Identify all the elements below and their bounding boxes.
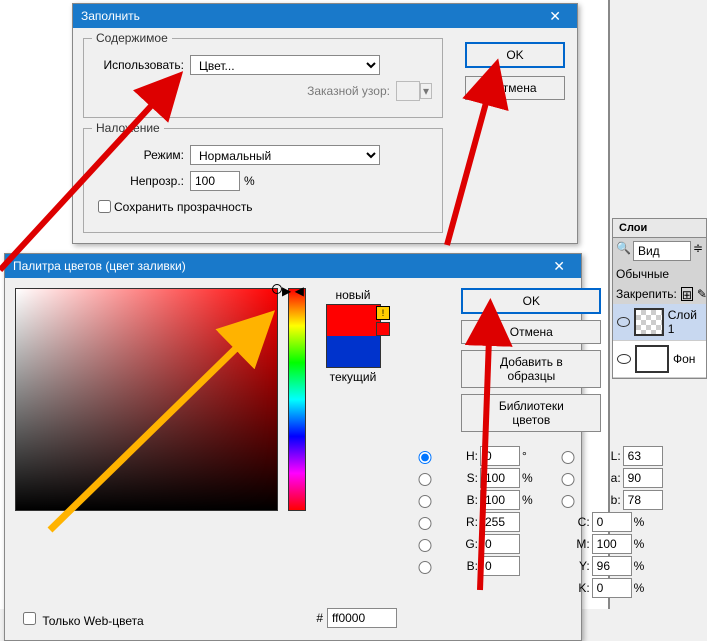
- dropdown-icon[interactable]: ≑: [693, 241, 703, 261]
- m-label: M:: [562, 537, 590, 551]
- s-radio[interactable]: [405, 473, 445, 486]
- c-label: C:: [562, 515, 590, 529]
- b-radio[interactable]: [405, 561, 445, 574]
- h-label: H:: [450, 449, 478, 463]
- use-select[interactable]: Цвет...: [190, 55, 380, 75]
- lab-b-label: b:: [593, 493, 621, 507]
- r-radio[interactable]: [405, 517, 445, 530]
- layer-name: Слой 1: [668, 308, 702, 336]
- y-input[interactable]: [592, 556, 632, 576]
- hex-input[interactable]: [327, 608, 397, 628]
- brush-icon[interactable]: ✎: [697, 287, 707, 301]
- h-input[interactable]: [480, 446, 520, 466]
- blend-legend: Наложение: [92, 121, 164, 135]
- web-only-label: Только Web-цвета: [42, 614, 143, 628]
- titlebar: Заполнить ✕: [73, 4, 577, 28]
- b-input[interactable]: [480, 556, 520, 576]
- a-radio[interactable]: [548, 473, 588, 486]
- pattern-dropdown-icon: ▾: [420, 83, 432, 99]
- a-label: a:: [593, 471, 621, 485]
- blend-mode-select[interactable]: Обычные: [613, 264, 706, 284]
- new-color-swatch: [327, 305, 380, 336]
- pct-label: %: [634, 537, 645, 551]
- mode-label: Режим:: [94, 148, 184, 162]
- k-label: K:: [562, 581, 590, 595]
- ok-button[interactable]: OK: [465, 42, 565, 68]
- k-input[interactable]: [592, 578, 632, 598]
- preserve-label: Сохранить прозрачность: [114, 200, 253, 214]
- preserve-checkbox[interactable]: [98, 200, 111, 213]
- r-label: R:: [450, 515, 478, 529]
- content-legend: Содержимое: [92, 31, 172, 45]
- new-label: новый: [335, 288, 370, 302]
- sv-marker: [272, 284, 282, 294]
- l-radio[interactable]: [548, 451, 588, 464]
- pct-label: %: [634, 559, 645, 573]
- pct-label: %: [634, 581, 645, 595]
- y-label: Y:: [562, 559, 590, 573]
- degree-label: °: [522, 449, 527, 463]
- bval-label: B:: [450, 493, 478, 507]
- lock-pixels-icon[interactable]: ⊞: [681, 287, 693, 301]
- layers-tab[interactable]: Слои: [613, 219, 706, 238]
- pct-label: %: [634, 515, 645, 529]
- fill-dialog: Заполнить ✕ Содержимое Использовать: Цве…: [72, 3, 578, 244]
- hue-marker: ▶ ◀: [282, 284, 312, 298]
- mode-select[interactable]: Нормальный: [190, 145, 380, 165]
- titlebar: Палитра цветов (цвет заливки) ✕: [5, 254, 581, 278]
- g-input[interactable]: [480, 534, 520, 554]
- bv-radio[interactable]: [405, 495, 445, 508]
- close-icon[interactable]: ✕: [545, 258, 573, 275]
- bval-input[interactable]: [480, 490, 520, 510]
- h-radio[interactable]: [405, 451, 445, 464]
- cancel-button[interactable]: Отмена: [461, 320, 601, 344]
- pct-label: %: [522, 471, 533, 485]
- dialog-title: Заполнить: [81, 9, 140, 23]
- web-only-checkbox[interactable]: [23, 612, 36, 625]
- percent-label: %: [244, 174, 255, 188]
- current-color-swatch: [327, 336, 380, 367]
- close-icon[interactable]: ✕: [541, 8, 569, 25]
- color-libraries-button[interactable]: Библиотеки цветов: [461, 394, 601, 432]
- layers-search[interactable]: [633, 241, 691, 261]
- use-label: Использовать:: [94, 58, 184, 72]
- gamut-warning-icon[interactable]: !: [376, 306, 390, 320]
- g-radio[interactable]: [405, 539, 445, 552]
- m-input[interactable]: [592, 534, 632, 554]
- color-picker-dialog: Палитра цветов (цвет заливки) ✕ ▶ ◀ новы…: [4, 253, 582, 641]
- pattern-label: Заказной узор:: [307, 84, 390, 98]
- r-input[interactable]: [480, 512, 520, 532]
- current-label: текущий: [330, 370, 377, 384]
- saturation-value-box[interactable]: [15, 288, 278, 511]
- c-input[interactable]: [592, 512, 632, 532]
- lab-b-radio[interactable]: [548, 495, 588, 508]
- color-comparison: [326, 304, 381, 368]
- s-input[interactable]: [480, 468, 520, 488]
- dialog-title: Палитра цветов (цвет заливки): [13, 259, 186, 273]
- opacity-label: Непрозр.:: [94, 174, 184, 188]
- add-swatch-button[interactable]: Добавить в образцы: [461, 350, 601, 388]
- s-label: S:: [450, 471, 478, 485]
- pct-label: %: [522, 493, 533, 507]
- search-icon: 🔍: [616, 241, 631, 261]
- layer-name: Фон: [673, 352, 695, 366]
- gamut-swatch[interactable]: [376, 322, 390, 336]
- hash-label: #: [316, 611, 323, 625]
- a-input[interactable]: [623, 468, 663, 488]
- g-label: G:: [450, 537, 478, 551]
- b-label: B:: [450, 559, 478, 573]
- pattern-swatch: [396, 81, 420, 101]
- ok-button[interactable]: OK: [461, 288, 601, 314]
- l-input[interactable]: [623, 446, 663, 466]
- cancel-button[interactable]: Отмена: [465, 76, 565, 100]
- hue-slider[interactable]: [288, 288, 306, 511]
- opacity-input[interactable]: [190, 171, 240, 191]
- lab-b-input[interactable]: [623, 490, 663, 510]
- l-label: L:: [593, 449, 621, 463]
